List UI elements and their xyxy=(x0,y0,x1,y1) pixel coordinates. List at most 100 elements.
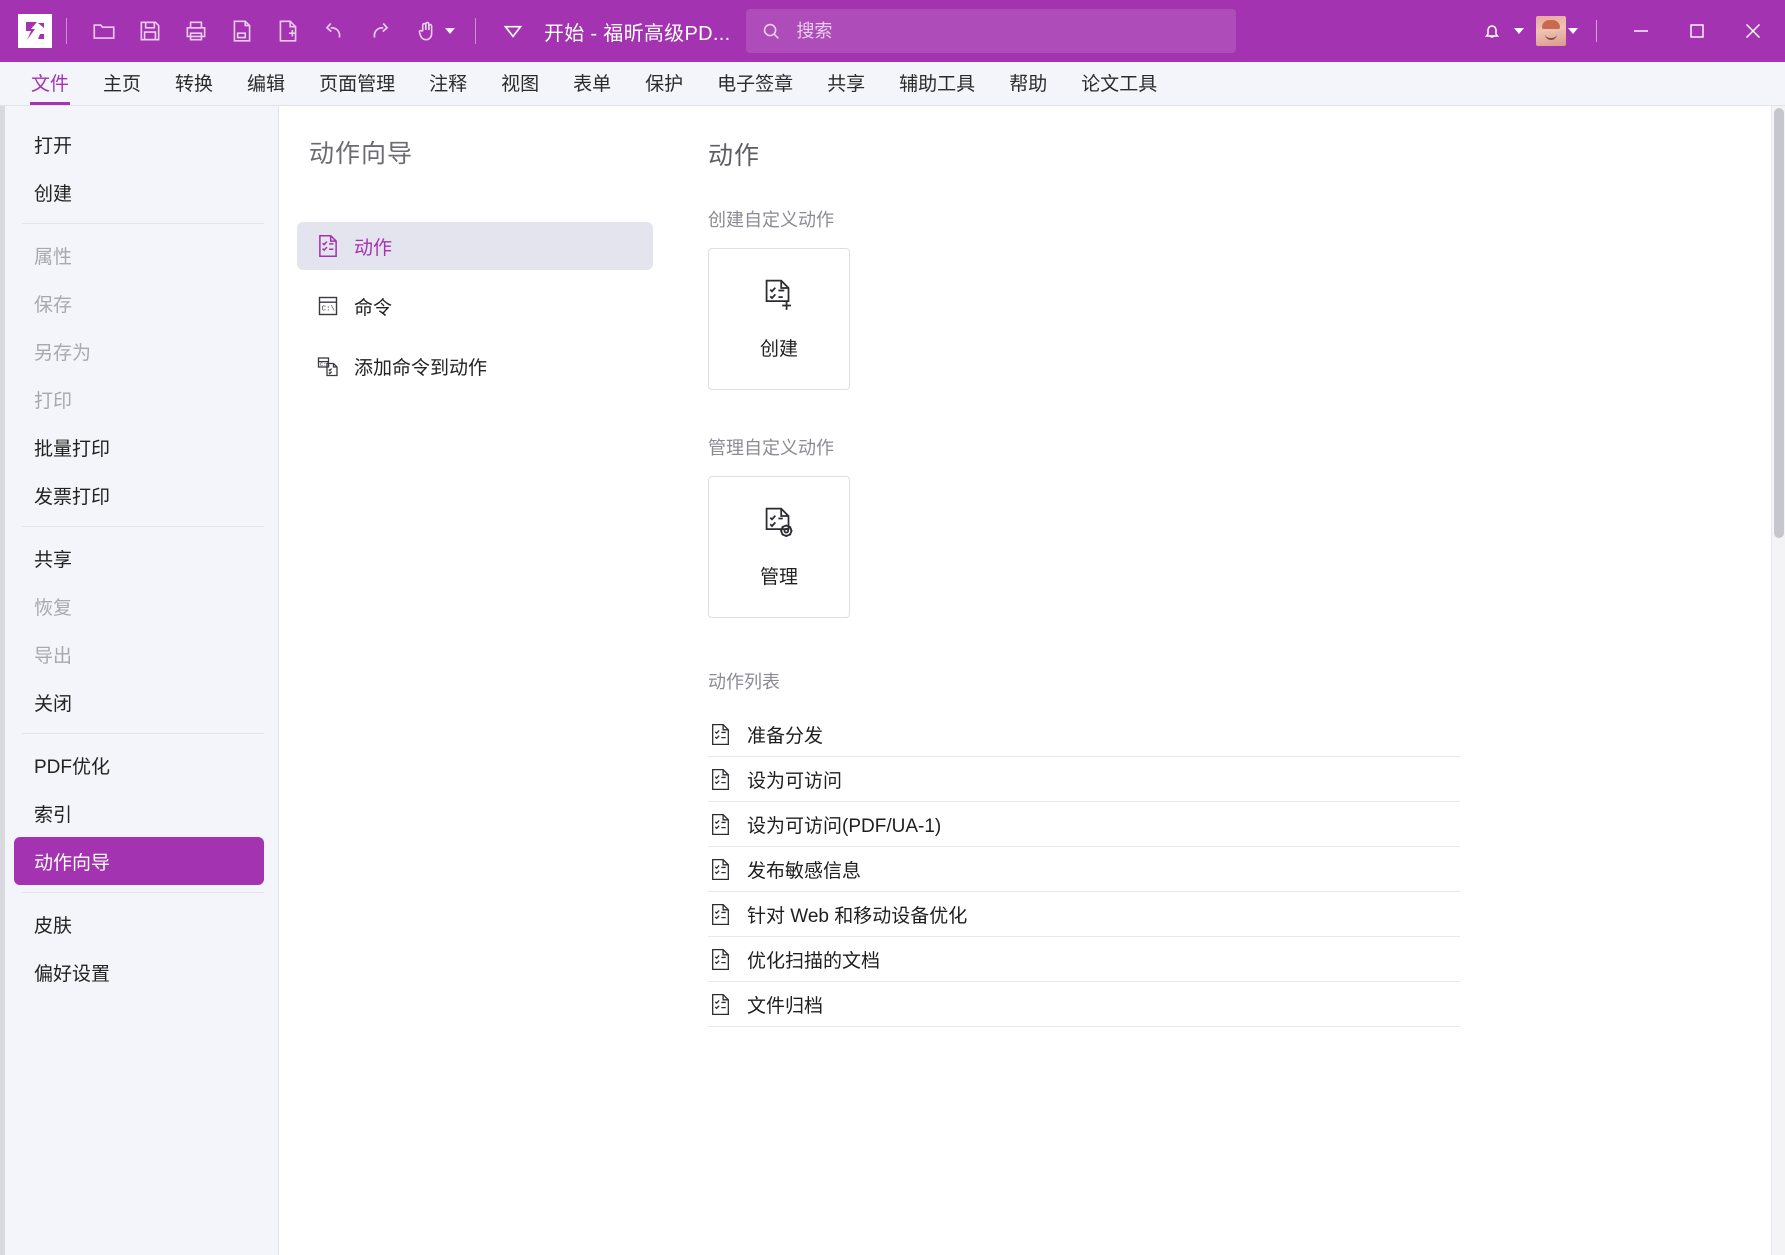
manage-action-label: 管理 xyxy=(760,562,798,589)
action-list-item[interactable]: 文件归档 xyxy=(708,982,1460,1027)
action-list-item[interactable]: 设为可访问(PDF/UA-1) xyxy=(708,802,1460,847)
wizard-item-label: 添加命令到动作 xyxy=(354,353,487,380)
action-wizard-panel: 动作向导 动作 C:\ xyxy=(279,106,675,1255)
hand-tool-chevron-down-icon[interactable] xyxy=(445,28,455,34)
tab-home[interactable]: 主页 xyxy=(86,69,158,105)
minimize-icon[interactable] xyxy=(1613,0,1669,62)
sidebar-item-preferences[interactable]: 偏好设置 xyxy=(14,948,264,996)
manage-section-label: 管理自定义动作 xyxy=(708,434,1785,460)
action-list-item[interactable]: 准备分发 xyxy=(708,712,1460,757)
action-list-label: 动作列表 xyxy=(708,668,1785,694)
action-list-item-label: 优化扫描的文档 xyxy=(747,946,880,973)
action-list-item-label: 针对 Web 和移动设备优化 xyxy=(747,901,967,928)
sidebar-item-invoice-print[interactable]: 发票打印 xyxy=(14,471,264,519)
open-folder-icon[interactable] xyxy=(81,9,127,53)
tab-file[interactable]: 文件 xyxy=(14,69,86,105)
ribbon-tabs: 文件 主页 转换 编辑 页面管理 注释 视图 表单 保护 电子签章 共享 辅助工… xyxy=(0,62,1785,106)
action-list-item-label: 发布敏感信息 xyxy=(747,856,861,883)
tab-help[interactable]: 帮助 xyxy=(992,69,1064,105)
file-menu-sidebar: 打开 创建 属性 保存 另存为 打印 批量打印 发票打印 共享 恢复 导出 关闭… xyxy=(0,106,279,1255)
manage-action-icon xyxy=(760,505,798,548)
new-document-icon[interactable] xyxy=(265,9,311,53)
tab-comment[interactable]: 注释 xyxy=(412,69,484,105)
manage-action-button[interactable]: 管理 xyxy=(708,476,850,618)
tab-convert[interactable]: 转换 xyxy=(158,69,230,105)
tab-protect[interactable]: 保护 xyxy=(628,69,700,105)
create-action-button[interactable]: 创建 xyxy=(708,248,850,390)
close-icon[interactable] xyxy=(1725,0,1781,62)
action-checklist-icon xyxy=(708,947,733,972)
action-list-item-label: 准备分发 xyxy=(747,721,823,748)
tab-view[interactable]: 视图 xyxy=(484,69,556,105)
maximize-icon[interactable] xyxy=(1669,0,1725,62)
document-properties-icon[interactable] xyxy=(219,9,265,53)
sidebar-item-skin[interactable]: 皮肤 xyxy=(14,900,264,948)
action-list-item[interactable]: 发布敏感信息 xyxy=(708,847,1460,892)
save-icon[interactable] xyxy=(127,9,173,53)
svg-text:C:\: C:\ xyxy=(320,361,330,368)
tab-paper-tools[interactable]: 论文工具 xyxy=(1064,69,1174,105)
sidebar-item-open[interactable]: 打开 xyxy=(14,120,264,168)
section-gap-2 xyxy=(708,618,1785,668)
page-title: 动作 xyxy=(708,136,1785,172)
search-box[interactable] xyxy=(746,9,1236,53)
scrollbar-thumb[interactable] xyxy=(1774,108,1784,538)
sidebar-item-print: 打印 xyxy=(14,375,264,423)
sidebar-left-edge xyxy=(0,106,5,1255)
tab-page-manage[interactable]: 页面管理 xyxy=(302,69,412,105)
action-checklist-icon xyxy=(315,233,341,259)
sidebar-divider-2 xyxy=(22,526,264,527)
create-action-label: 创建 xyxy=(760,334,798,361)
undo-icon[interactable] xyxy=(311,9,357,53)
sidebar-item-close[interactable]: 关闭 xyxy=(14,678,264,726)
tab-esign[interactable]: 电子签章 xyxy=(700,69,810,105)
sidebar-item-batch-print[interactable]: 批量打印 xyxy=(14,423,264,471)
foxit-logo[interactable] xyxy=(18,14,52,48)
sidebar-item-save: 保存 xyxy=(14,279,264,327)
tab-accessibility[interactable]: 辅助工具 xyxy=(882,69,992,105)
notifications-chevron-down-icon[interactable] xyxy=(1514,28,1524,34)
bell-icon[interactable] xyxy=(1472,9,1512,53)
vertical-scrollbar[interactable] xyxy=(1771,106,1785,1255)
sidebar-item-restore: 恢复 xyxy=(14,582,264,630)
customize-toolbar-chevron-icon[interactable] xyxy=(490,9,536,53)
action-checklist-icon xyxy=(708,992,733,1017)
sidebar-item-pdf-optimize[interactable]: PDF优化 xyxy=(14,741,264,789)
wizard-item-command[interactable]: C:\ 命令 xyxy=(297,282,653,330)
sidebar-divider-3 xyxy=(22,733,264,734)
section-gap-1 xyxy=(708,390,1785,434)
action-list-item[interactable]: 针对 Web 和移动设备优化 xyxy=(708,892,1460,937)
action-detail-panel: 动作 创建自定义动作 创建 管理自定义动作 xyxy=(675,106,1785,1255)
print-icon[interactable] xyxy=(173,9,219,53)
action-checklist-icon xyxy=(708,812,733,837)
panel-title: 动作向导 xyxy=(279,134,675,170)
sidebar-item-share[interactable]: 共享 xyxy=(14,534,264,582)
sidebar-divider-4 xyxy=(22,892,264,893)
window-title: 开始 - 福昕高级PD... xyxy=(544,17,730,46)
action-list-item[interactable]: 设为可访问 xyxy=(708,757,1460,802)
user-avatar[interactable] xyxy=(1536,16,1566,46)
redo-icon[interactable] xyxy=(357,9,403,53)
tab-form[interactable]: 表单 xyxy=(556,69,628,105)
action-list-item[interactable]: 优化扫描的文档 xyxy=(708,937,1460,982)
hand-tool-icon[interactable] xyxy=(403,9,449,53)
sidebar-item-properties: 属性 xyxy=(14,231,264,279)
wizard-item-add-command-to-action[interactable]: C:\ 添加命令到动作 xyxy=(297,342,653,390)
sidebar-item-index[interactable]: 索引 xyxy=(14,789,264,837)
svg-text:C:\: C:\ xyxy=(322,306,336,314)
command-prompt-icon: C:\ xyxy=(315,293,341,319)
action-list-item-label: 文件归档 xyxy=(747,991,823,1018)
account-chevron-down-icon[interactable] xyxy=(1568,28,1578,34)
title-bar-right-controls xyxy=(1472,0,1785,62)
search-icon xyxy=(760,20,782,42)
action-list-item-label: 设为可访问(PDF/UA-1) xyxy=(747,811,941,838)
title-bar: 开始 - 福昕高级PD... xyxy=(0,0,1785,62)
create-section-label: 创建自定义动作 xyxy=(708,206,1785,232)
wizard-item-action[interactable]: 动作 xyxy=(297,222,653,270)
tab-edit[interactable]: 编辑 xyxy=(230,69,302,105)
tab-share[interactable]: 共享 xyxy=(810,69,882,105)
search-input[interactable] xyxy=(794,20,1222,43)
action-list: 准备分发 设为可访问 xyxy=(708,712,1460,1027)
sidebar-item-action-wizard[interactable]: 动作向导 xyxy=(14,837,264,885)
sidebar-item-create[interactable]: 创建 xyxy=(14,168,264,216)
